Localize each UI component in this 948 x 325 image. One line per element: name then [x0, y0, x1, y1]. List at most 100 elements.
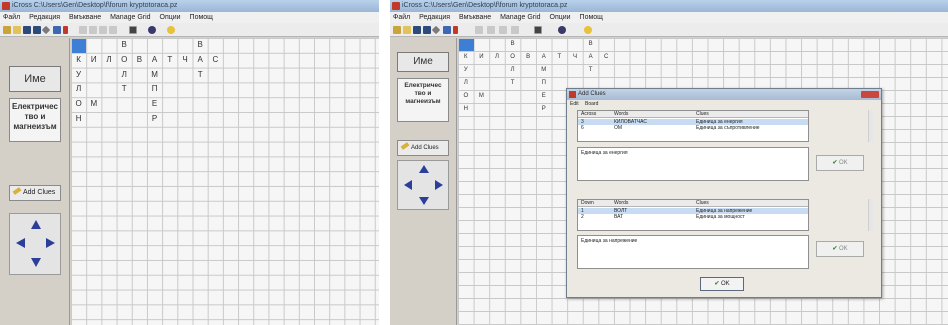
scrollbar[interactable]	[868, 199, 873, 231]
grid-letter[interactable]: Н	[71, 112, 86, 127]
grid-letter[interactable]: Р	[147, 112, 162, 127]
grid-letter[interactable]: И	[474, 51, 490, 64]
save-icon[interactable]	[413, 26, 421, 34]
table-row[interactable]: 6 ОМ Единица за съпротивление	[578, 125, 808, 131]
print-icon[interactable]	[148, 26, 156, 34]
copy-icon[interactable]	[99, 26, 107, 34]
grid-letter[interactable]: О	[505, 51, 521, 64]
help-icon[interactable]	[167, 26, 175, 34]
ok-button[interactable]: ✔ OK	[700, 277, 744, 291]
grid-letter[interactable]: Л	[71, 82, 86, 97]
grid-letter[interactable]: Т	[117, 82, 132, 97]
grid-letter[interactable]: Л	[458, 77, 474, 90]
grid-letter[interactable]: А	[193, 53, 208, 68]
grid-icon[interactable]	[534, 26, 542, 34]
grid-letter[interactable]: Т	[583, 64, 599, 77]
grid-tool-icon[interactable]	[53, 26, 61, 34]
grid-letter[interactable]: Р	[536, 103, 552, 116]
menu-manage-grid[interactable]: Manage Grid	[110, 14, 150, 21]
flag-icon[interactable]	[63, 26, 68, 34]
menu-insert[interactable]: Вмъкване	[69, 14, 101, 21]
grid-letter[interactable]: Л	[505, 64, 521, 77]
grid-letter[interactable]: О	[71, 97, 86, 112]
grid-letter[interactable]: В	[583, 38, 599, 51]
grid-letter[interactable]: У	[71, 68, 86, 83]
menu-edit[interactable]: Редакция	[29, 14, 60, 21]
down-clue-textarea[interactable]: Единица за напрежение	[577, 235, 809, 269]
grid-letter[interactable]: В	[132, 53, 147, 68]
save-as-icon[interactable]	[33, 26, 41, 34]
grid-letter[interactable]: М	[536, 64, 552, 77]
grid-letter[interactable]: В	[520, 51, 536, 64]
grid-icon[interactable]	[129, 26, 137, 34]
grid-letter[interactable]: А	[583, 51, 599, 64]
close-icon[interactable]	[861, 91, 879, 98]
menu-options[interactable]: Опции	[550, 14, 571, 21]
across-ok-button[interactable]: ✔ OK	[816, 155, 864, 171]
arrow-up-icon[interactable]	[419, 165, 429, 173]
new-icon[interactable]	[393, 26, 401, 34]
add-clues-button[interactable]: Add Clues	[397, 140, 449, 156]
menu-file[interactable]: Файл	[3, 14, 20, 21]
grid-letter[interactable]: С	[208, 53, 223, 68]
grid-letter[interactable]: А	[147, 53, 162, 68]
grid-letter[interactable]: Т	[552, 51, 568, 64]
crossword-grid[interactable]: ВВКИЛОВАТЧАСУЛМТЛТПОМЕНР	[71, 38, 379, 325]
grid-letter[interactable]: Ч	[177, 53, 192, 68]
menu-help[interactable]: Помощ	[580, 14, 603, 21]
open-icon[interactable]	[403, 26, 411, 34]
menu-file[interactable]: Файл	[393, 14, 410, 21]
across-clues-table[interactable]: Across Words Clues 3 КИЛОВАТЧАС Единица …	[577, 110, 809, 142]
grid-letter[interactable]: К	[71, 53, 86, 68]
selected-cell[interactable]	[72, 39, 87, 53]
undo-icon[interactable]	[79, 26, 87, 34]
dialog-menu-edit[interactable]: Edit	[570, 101, 579, 107]
arrow-left-icon[interactable]	[16, 238, 25, 248]
arrow-left-icon[interactable]	[404, 180, 412, 190]
grid-letter[interactable]: М	[147, 68, 162, 83]
grid-letter[interactable]: Т	[162, 53, 177, 68]
open-icon[interactable]	[13, 26, 21, 34]
arrow-up-icon[interactable]	[31, 220, 41, 229]
menu-insert[interactable]: Вмъкване	[459, 14, 491, 21]
grid-letter[interactable]: В	[505, 38, 521, 51]
arrow-down-icon[interactable]	[31, 258, 41, 267]
grid-letter[interactable]: Л	[101, 53, 116, 68]
grid-letter[interactable]: С	[598, 51, 614, 64]
grid-letter[interactable]: Е	[536, 90, 552, 103]
help-icon[interactable]	[584, 26, 592, 34]
grid-letter[interactable]: М	[86, 97, 101, 112]
grid-letter[interactable]: А	[536, 51, 552, 64]
grid-letter[interactable]: Е	[147, 97, 162, 112]
arrow-right-icon[interactable]	[435, 180, 443, 190]
table-row[interactable]: 2 ВАТ Единица за мощност	[578, 214, 808, 220]
grid-letter[interactable]: Л	[489, 51, 505, 64]
save-icon[interactable]	[23, 26, 31, 34]
flag-icon[interactable]	[453, 26, 458, 34]
save-as-icon[interactable]	[423, 26, 431, 34]
menu-edit[interactable]: Редакция	[419, 14, 450, 21]
grid-letter[interactable]: Л	[117, 68, 132, 83]
grid-letter[interactable]: К	[458, 51, 474, 64]
down-ok-button[interactable]: ✔ OK	[816, 241, 864, 257]
grid-letter[interactable]: О	[117, 53, 132, 68]
grid-letter[interactable]: В	[193, 38, 208, 53]
copy-icon[interactable]	[499, 26, 507, 34]
down-clues-table[interactable]: Down Words Clues 1 ВОЛТ Единица за напре…	[577, 199, 809, 231]
menu-help[interactable]: Помощ	[190, 14, 213, 21]
diamond-icon[interactable]	[431, 25, 441, 35]
diamond-icon[interactable]	[41, 25, 51, 35]
grid-letter[interactable]: Т	[505, 77, 521, 90]
new-icon[interactable]	[3, 26, 11, 34]
print-icon[interactable]	[558, 26, 566, 34]
grid-letter[interactable]: Ч	[567, 51, 583, 64]
arrow-right-icon[interactable]	[46, 238, 55, 248]
menu-options[interactable]: Опции	[160, 14, 181, 21]
arrow-down-icon[interactable]	[419, 197, 429, 205]
grid-letter[interactable]: Н	[458, 103, 474, 116]
grid-letter[interactable]: В	[117, 38, 132, 53]
menu-manage-grid[interactable]: Manage Grid	[500, 14, 540, 21]
cut-icon[interactable]	[487, 26, 495, 34]
paste-icon[interactable]	[511, 26, 519, 34]
grid-letter[interactable]: У	[458, 64, 474, 77]
